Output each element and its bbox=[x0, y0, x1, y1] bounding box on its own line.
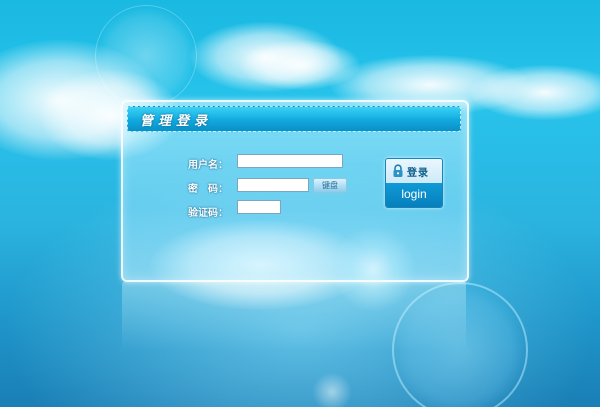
password-label: 密 码： bbox=[188, 184, 228, 195]
captcha-label: 验证码： bbox=[188, 208, 228, 219]
login-button-bottom: login bbox=[386, 183, 442, 207]
cloud bbox=[470, 65, 600, 120]
login-label-cn: 登录 bbox=[407, 168, 429, 179]
panel-header: 管理登录 bbox=[127, 106, 461, 132]
lock-icon bbox=[393, 164, 403, 177]
username-label: 用户名： bbox=[188, 160, 228, 171]
lens-flare bbox=[95, 5, 197, 107]
login-button[interactable]: 登录 login bbox=[385, 158, 443, 208]
login-label-en: login bbox=[401, 187, 427, 201]
username-input[interactable] bbox=[237, 154, 343, 168]
panel-reflection bbox=[122, 281, 466, 351]
login-panel: 管理登录 用户名： 密 码： 键盘 验证码： 登录 login bbox=[121, 100, 469, 282]
panel-title: 管理登录 bbox=[140, 114, 213, 129]
lens-flare bbox=[312, 372, 352, 407]
password-input[interactable] bbox=[237, 178, 309, 192]
captcha-input[interactable] bbox=[237, 200, 281, 214]
login-button-top: 登录 bbox=[386, 159, 442, 183]
keyboard-button[interactable]: 键盘 bbox=[313, 178, 347, 193]
